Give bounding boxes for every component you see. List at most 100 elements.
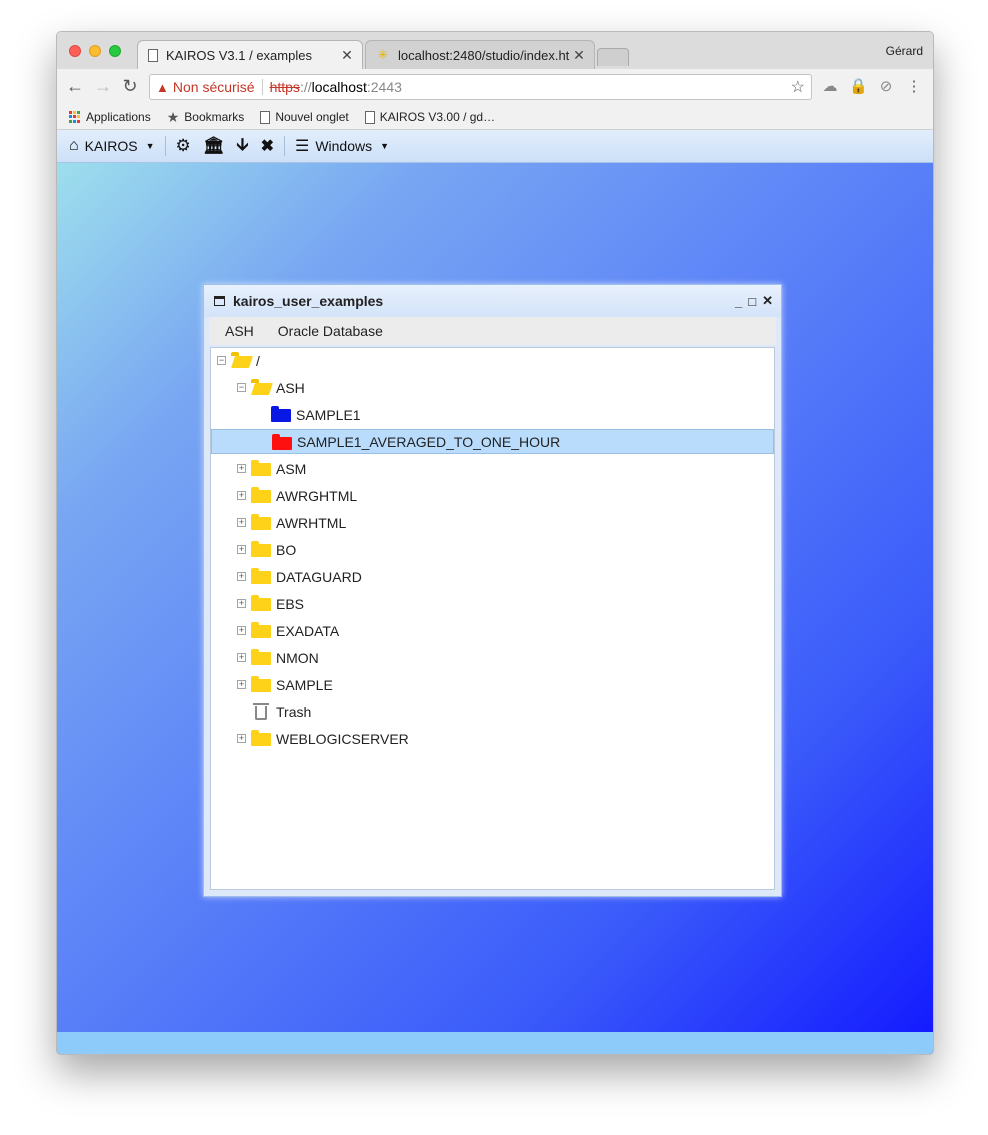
expand-icon[interactable]: + [237,545,246,554]
tree-node[interactable]: − / [211,348,774,373]
close-icon[interactable]: ✕ [762,293,773,309]
bookmark-label: KAIROS V3.00 / gd… [379,110,496,124]
tree-node-label: SAMPLE [276,676,333,693]
folder-icon [251,730,271,746]
tab-title: KAIROS V3.1 / examples [166,47,312,63]
tree-node-label: / [256,352,260,369]
close-icon[interactable]: ✕ [572,47,586,64]
tree-node[interactable]: + NMON [211,645,774,670]
toolbar-separator [283,136,285,156]
caret-down-icon: ▼ [380,141,390,151]
folder-icon [251,676,271,692]
minimize-window-button[interactable] [89,45,101,57]
tree-node[interactable]: Trash [211,699,774,724]
tree-node[interactable]: SAMPLE1 [211,402,774,427]
security-label[interactable]: Non sécurisé [173,79,255,95]
menu-oracle-database[interactable]: Oracle Database [278,323,383,339]
folder-icon [271,406,291,422]
tree-node[interactable]: − ASH [211,375,774,400]
expand-icon[interactable]: + [237,491,246,500]
explorer-menubar: ASH Oracle Database [209,317,776,345]
menu-kebab-icon[interactable]: ⋮ [905,78,923,96]
bank-icon[interactable]: 🏛 [203,136,225,156]
profile-name[interactable]: Gérard [886,44,923,58]
status-bar [57,1032,933,1054]
address-bar[interactable]: ▲ Non sécurisé https :// localhost :2443… [149,74,812,100]
gear-icon[interactable]: ⚙ [176,136,191,156]
maximize-icon[interactable]: □ [748,294,756,309]
expand-icon[interactable]: + [237,572,246,581]
address-separator [261,79,263,95]
close-window-button[interactable] [69,45,81,57]
apps-grid-icon [69,111,81,123]
bookmark-label: Applications [86,110,151,124]
tree-node-label: DATAGUARD [276,568,362,585]
windows-menu-button[interactable]: ☰ Windows ▼ [295,136,389,156]
reload-icon[interactable]: ↻ [120,76,140,96]
collapse-icon[interactable]: − [237,383,246,392]
back-arrow-icon[interactable]: ← [65,76,85,96]
tree-node[interactable]: + DATAGUARD [211,564,774,589]
lock-extension-icon[interactable]: 🔒 [849,78,868,96]
collapse-icon[interactable]: − [217,356,226,365]
expand-icon[interactable]: + [237,518,246,527]
folder-icon [251,568,271,584]
folder-icon [251,622,271,638]
tree-node[interactable]: + SAMPLE [211,672,774,697]
bookmark-kairos-v300[interactable]: KAIROS V3.00 / gd… [364,110,496,124]
tree-node[interactable]: + WEBLOGICSERVER [211,726,774,751]
tab-kairos[interactable]: KAIROS V3.1 / examples ✕ [137,40,363,69]
new-tab-button[interactable] [597,48,629,66]
expand-icon[interactable]: + [237,464,246,473]
tree-node[interactable]: SAMPLE1_AVERAGED_TO_ONE_HOUR [211,429,774,454]
url-scheme-separator: :// [299,79,312,95]
bookmark-applications[interactable]: Applications [69,110,151,124]
folder-open-icon [231,352,251,368]
app-toolbar: ⌂ KAIROS ▼ ⚙ 🏛 🡫 ✖ ☰ Windows ▼ [57,130,933,163]
tree-node-label: BO [276,541,297,558]
close-icon[interactable]: ✖ [261,136,274,156]
tree-node[interactable]: + AWRGHTML [211,483,774,508]
expand-icon[interactable]: + [237,653,246,662]
tab-strip: KAIROS V3.1 / examples ✕ ✳ localhost:248… [57,32,933,69]
minimize-icon[interactable]: _ [735,294,742,309]
tree-node[interactable]: + EXADATA [211,618,774,643]
tree-node[interactable]: + AWRHTML [211,510,774,535]
tree-node[interactable]: + BO [211,537,774,562]
tree-node[interactable]: + EBS [211,591,774,616]
page-icon [260,110,271,124]
close-icon[interactable]: ✕ [340,47,354,64]
tree-node[interactable]: + ASM [211,456,774,481]
window-icon [214,296,225,306]
menu-ash[interactable]: ASH [225,323,254,339]
compass-extension-icon[interactable]: ⊘ [877,78,895,96]
forward-arrow-icon[interactable]: → [93,76,113,96]
tree-node-label: WEBLOGICSERVER [276,730,409,747]
url-host: localhost [311,79,367,95]
page-content: ⌂ KAIROS ▼ ⚙ 🏛 🡫 ✖ ☰ Windows ▼ kairos_us… [57,130,933,1054]
kairos-menu-button[interactable]: ⌂ KAIROS ▼ [69,137,155,155]
arrow-down-icon[interactable]: 🡫 [236,132,248,161]
tree-node-label: AWRHTML [276,514,347,531]
tree-node-label: SAMPLE1 [296,406,361,423]
expand-icon[interactable]: + [237,734,246,743]
expand-icon[interactable]: + [237,599,246,608]
tab-localhost-studio[interactable]: ✳ localhost:2480/studio/index.ht ✕ [365,40,595,69]
page-icon [148,48,158,62]
toolbar-separator [164,136,166,156]
tree-node-label: Trash [276,703,312,720]
cloud-extension-icon[interactable]: ☁ [821,78,839,96]
explorer-title-bar[interactable]: kairos_user_examples _ □ ✕ [204,285,781,317]
bookmark-bookmarks[interactable]: ★ Bookmarks [167,109,245,126]
browser-toolbar: ← → ↻ ▲ Non sécurisé https :// localhost… [57,69,933,105]
bookmark-nouvel-onglet[interactable]: Nouvel onglet [260,110,349,124]
expand-icon[interactable]: + [237,680,246,689]
bookmark-star-icon[interactable]: ☆ [791,77,805,97]
zoom-window-button[interactable] [109,45,121,57]
tree-node-label: ASH [276,379,305,396]
explorer-window: kairos_user_examples _ □ ✕ ASH Oracle Da… [203,284,782,897]
expand-icon[interactable]: + [237,626,246,635]
caret-down-icon: ▼ [145,141,155,151]
explorer-title: kairos_user_examples [233,293,384,309]
url-scheme: https [269,79,300,95]
